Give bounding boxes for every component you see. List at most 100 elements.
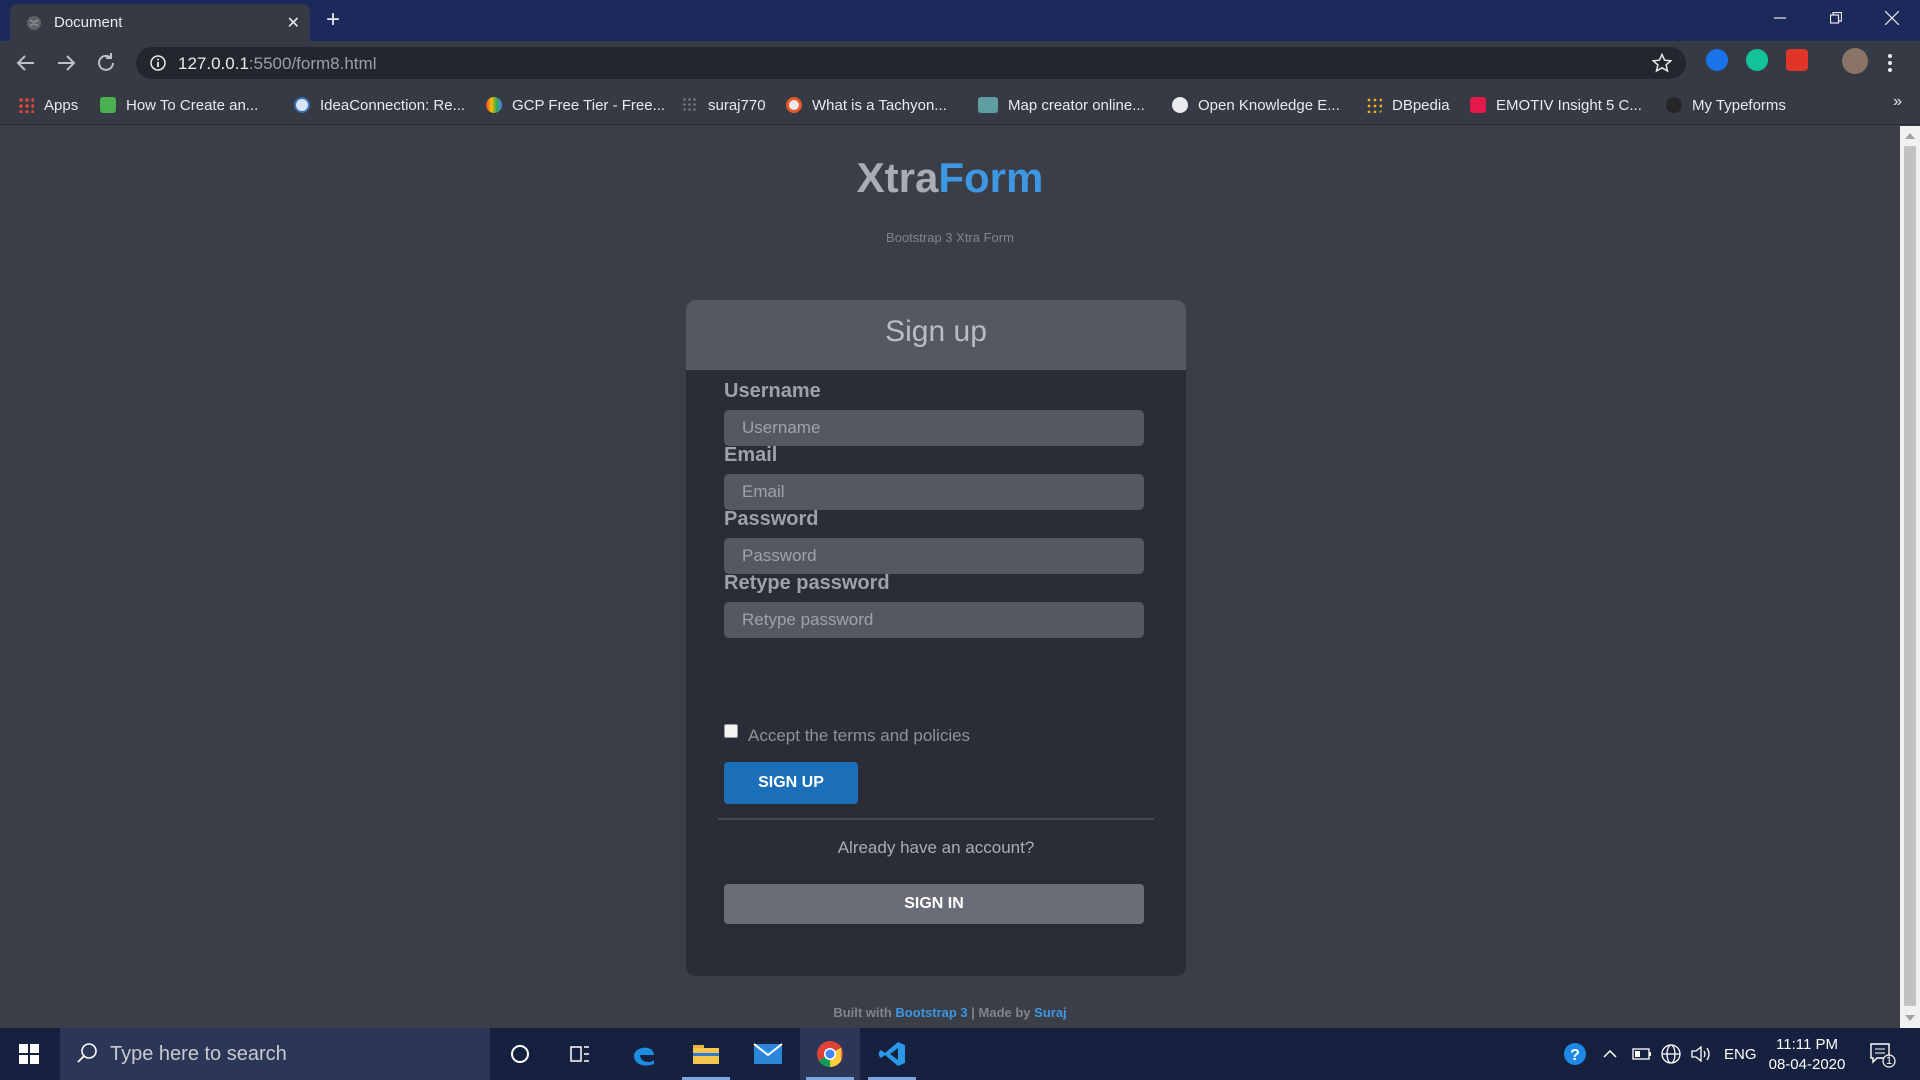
password-input[interactable] [724, 538, 1144, 574]
edge-icon [634, 1047, 654, 1066]
vscode-icon [879, 1042, 905, 1066]
profile-avatar[interactable] [1842, 48, 1868, 74]
folder-icon [693, 1045, 719, 1064]
reload-icon [98, 53, 114, 71]
divider [718, 818, 1154, 820]
already-have-account-text: Already have an account? [837, 838, 1035, 857]
bookmarks-overflow-chevron-icon[interactable]: » [1893, 93, 1902, 111]
grammarly-extension-icon[interactable] [1746, 49, 1768, 71]
bookmark-label: Apps [44, 96, 79, 114]
new-tab-button[interactable]: + [326, 7, 340, 33]
taskbar-clock[interactable]: 11:11 PM 08-04-2020 [1764, 1035, 1850, 1075]
url-text[interactable]: 127.0.0.1:5500/form8.html [178, 54, 376, 74]
forward-button[interactable] [54, 51, 78, 75]
signin-button[interactable]: SIGN IN [724, 884, 1144, 924]
mail-taskbar-button[interactable] [738, 1028, 798, 1080]
help-tray-icon[interactable]: ? [1562, 1028, 1588, 1080]
start-button[interactable] [0, 1028, 58, 1080]
scroll-up-arrow-icon[interactable] [1905, 133, 1915, 139]
minimize-icon [1774, 17, 1786, 19]
globe-icon [26, 15, 42, 31]
bookmark-gcp[interactable]: GCP Free Tier - Free... [486, 95, 665, 115]
ideaconnection-icon [294, 97, 310, 113]
bookmark-map-creator[interactable]: Map creator online... [978, 95, 1145, 115]
bookmark-apps[interactable]: Apps [18, 95, 78, 115]
footer-separator-text: | Made by [967, 1005, 1035, 1020]
restore-icon [1830, 12, 1842, 24]
bookmark-dbpedia[interactable]: DBpedia [1366, 95, 1450, 115]
bookmark-label: My Typeforms [1692, 96, 1786, 114]
bookmark-label: GCP Free Tier - Free... [512, 96, 666, 114]
card-header: Sign up [686, 300, 1186, 370]
arrow-right-icon [58, 55, 76, 71]
chrome-icon [817, 1041, 843, 1068]
close-window-button[interactable] [1864, 0, 1920, 36]
cortana-button[interactable] [490, 1028, 550, 1080]
show-hidden-icons-chevron-icon[interactable] [1602, 1028, 1618, 1080]
email-label: Email [724, 444, 778, 466]
chrome-taskbar-button[interactable] [800, 1028, 860, 1080]
info-icon[interactable] [150, 55, 166, 71]
bookmark-label: IdeaConnection: Re... [320, 96, 466, 114]
page-viewport: XtraForm Bootstrap 3 Xtra Form Sign up U… [0, 126, 1900, 1028]
footer-author-link[interactable]: Suraj [1034, 1005, 1067, 1020]
cortana-circle-icon [511, 1045, 529, 1063]
bookmark-tachyon[interactable]: What is a Tachyon... [786, 95, 947, 115]
action-center-button[interactable]: 1 [1868, 1028, 1896, 1080]
scrollbar-thumb[interactable] [1904, 146, 1916, 1006]
bookmark-suraj770[interactable]: suraj770 [682, 95, 766, 115]
mail-icon [753, 1043, 783, 1064]
svg-text:?: ? [1570, 1047, 1580, 1064]
tab-close-icon[interactable]: ✕ [287, 13, 300, 33]
email-input[interactable] [724, 474, 1144, 510]
task-view-button[interactable] [550, 1028, 610, 1080]
file-explorer-taskbar-button[interactable] [676, 1028, 736, 1080]
bookmark-emotiv[interactable]: EMOTIV Insight 5 C... [1470, 95, 1642, 115]
hp-extension-icon[interactable] [1706, 49, 1728, 71]
terms-label[interactable]: Accept the terms and policies [748, 726, 970, 746]
task-view-icon [570, 1046, 589, 1062]
bookmark-typeforms[interactable]: My Typeforms [1666, 95, 1786, 115]
brand-part-1: Xtra [856, 154, 939, 201]
language-indicator[interactable]: ENG [1724, 1028, 1757, 1080]
minimize-button[interactable] [1752, 0, 1808, 36]
google-cloud-icon [486, 97, 502, 113]
volume-icon[interactable] [1690, 1028, 1712, 1080]
bookmark-label: suraj770 [708, 96, 766, 114]
username-input[interactable] [724, 410, 1144, 446]
battery-icon[interactable] [1632, 1028, 1652, 1080]
close-icon [1885, 11, 1899, 25]
retype-password-input[interactable] [724, 602, 1144, 638]
bookmark-ideaconnection[interactable]: IdeaConnection: Re... [294, 95, 465, 115]
terms-checkbox[interactable] [724, 724, 738, 738]
signup-card: Sign up Username Email Password Retype p… [686, 300, 1186, 976]
globe-favicon-icon [1172, 97, 1188, 113]
search-icon [76, 1042, 98, 1069]
restore-button[interactable] [1808, 0, 1864, 36]
bookmarks-bar: Apps How To Create an... IdeaConnection:… [0, 85, 1920, 125]
page-footer: Built with Bootstrap 3 | Made by Suraj [0, 1005, 1900, 1020]
reload-button[interactable] [94, 51, 118, 75]
bookmark-how-to-create[interactable]: How To Create an... [100, 95, 258, 115]
tab-title: Document [54, 14, 123, 31]
footer-bootstrap-link[interactable]: Bootstrap 3 [895, 1005, 967, 1020]
brand-logo: XtraForm [0, 154, 1900, 202]
password-label: Password [724, 508, 819, 530]
scroll-down-arrow-icon[interactable] [1905, 1015, 1915, 1021]
signup-button[interactable]: SIGN UP [724, 762, 858, 804]
browser-tab[interactable]: Document ✕ [10, 4, 310, 41]
taskbar-search-placeholder[interactable]: Type here to search [110, 1043, 287, 1066]
address-bar[interactable]: 127.0.0.1:5500/form8.html [136, 47, 1686, 79]
shield-extension-icon[interactable] [1786, 49, 1808, 71]
back-button[interactable] [14, 51, 38, 75]
network-globe-icon[interactable] [1660, 1028, 1682, 1080]
browser-menu-icon[interactable] [1886, 51, 1894, 80]
bookmark-star-icon[interactable] [1651, 52, 1673, 78]
edge-taskbar-button[interactable] [614, 1028, 674, 1080]
taskbar-search-box[interactable]: Type here to search [60, 1028, 490, 1080]
page-subtitle: Bootstrap 3 Xtra Form [886, 230, 1014, 245]
bookmark-label: How To Create an... [126, 96, 259, 114]
page-scrollbar[interactable] [1900, 126, 1920, 1028]
bookmark-open-knowledge[interactable]: Open Knowledge E... [1172, 95, 1340, 115]
vscode-taskbar-button[interactable] [862, 1028, 922, 1080]
